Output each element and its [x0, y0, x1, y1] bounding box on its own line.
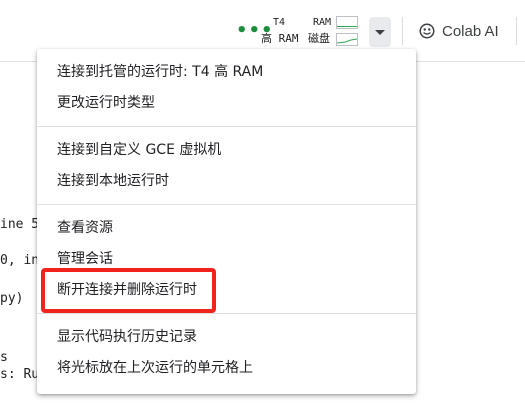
runtime-gpu-label[interactable]: T4 [273, 17, 285, 29]
menu-item-manage-sessions[interactable]: 管理会话 [37, 244, 416, 275]
menu-item-show-code-execution-history[interactable]: 显示代码执行历史记录 [37, 322, 416, 353]
menu-item-change-runtime-type[interactable]: 更改运行时类型 [37, 88, 416, 119]
menu-item-connect-hosted-runtime[interactable]: 连接到托管的运行时: T4 高 RAM [37, 57, 416, 88]
ram-usage-graph[interactable] [336, 16, 358, 29]
colab-page: ine 5 0, in py) s s: Ru ••• T4 高 RAM RAM… [0, 0, 525, 415]
colab-ai-button[interactable]: Colab AI [418, 20, 499, 42]
menu-item-connect-local-runtime[interactable]: 连接到本地运行时 [37, 166, 416, 197]
output-fragment: s: Ru [0, 367, 40, 382]
menu-item-connect-custom-gce-vm[interactable]: 连接到自定义 GCE 虚拟机 [37, 135, 416, 166]
resource-ram-label[interactable]: RAM [313, 17, 331, 29]
menu-separator [37, 313, 416, 314]
menu-separator [37, 126, 416, 127]
toolbar-divider [402, 17, 403, 45]
colab-ai-label: Colab AI [442, 22, 499, 40]
output-fragment: 0, in [0, 253, 40, 268]
menu-separator [37, 204, 416, 205]
output-fragment: py) [0, 291, 24, 306]
colab-ai-icon [419, 23, 435, 39]
resource-disk-label[interactable]: 磁盘 [308, 33, 330, 45]
output-fragment: s [0, 350, 8, 365]
disk-usage-line [337, 38, 357, 44]
runtime-dropdown-button[interactable] [369, 17, 391, 47]
toolbar-divider [516, 17, 517, 45]
runtime-ram-label[interactable]: 高 RAM [261, 33, 299, 45]
menu-item-disconnect-and-delete-runtime[interactable]: 断开连接并删除运行时 [37, 275, 416, 306]
output-fragment: ine 5 [0, 217, 40, 232]
menu-item-view-resources[interactable]: 查看资源 [37, 213, 416, 244]
caret-down-icon [375, 30, 385, 35]
menu-item-go-to-last-executed-cell[interactable]: 将光标放在上次运行的单元格上 [37, 353, 416, 384]
runtime-menu: 连接到托管的运行时: T4 高 RAM 更改运行时类型 连接到自定义 GCE 虚… [37, 49, 416, 394]
disk-usage-graph[interactable] [336, 33, 358, 46]
